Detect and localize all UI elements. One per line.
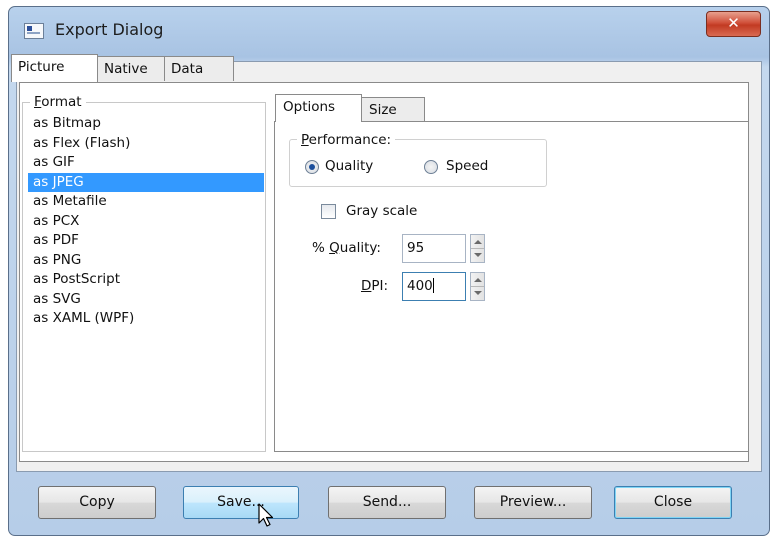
- mouse-cursor-icon: [258, 503, 274, 527]
- tab-data[interactable]: Data: [164, 56, 234, 81]
- performance-group-label: Performance:: [297, 132, 396, 148]
- quality-spinner[interactable]: [470, 234, 485, 263]
- format-item-pcx[interactable]: as PCX: [28, 212, 264, 232]
- speed-radio-label[interactable]: Speed: [446, 158, 488, 174]
- quality-radio-label[interactable]: Quality: [325, 158, 373, 174]
- tab-picture[interactable]: Picture: [11, 54, 98, 82]
- grayscale-label[interactable]: Gray scale: [346, 203, 417, 219]
- dpi-input[interactable]: 400: [402, 272, 466, 301]
- speed-radio[interactable]: [424, 160, 438, 174]
- format-item-xaml[interactable]: as XAML (WPF): [28, 309, 264, 329]
- close-button[interactable]: Close: [614, 486, 732, 519]
- window-icon: [24, 23, 44, 39]
- window-close-button[interactable]: ✕: [706, 11, 761, 37]
- title-bar[interactable]: Export Dialog ✕: [9, 7, 769, 61]
- tab-native[interactable]: Native: [97, 56, 165, 81]
- preview-button[interactable]: Preview...: [474, 486, 592, 519]
- format-item-postscript[interactable]: as PostScript: [28, 270, 264, 290]
- format-list[interactable]: as Bitmap as Flex (Flash) as GIF as JPEG…: [28, 114, 264, 448]
- window-title: Export Dialog: [55, 20, 164, 39]
- format-item-png[interactable]: as PNG: [28, 251, 264, 271]
- dpi-spinner[interactable]: [470, 272, 485, 301]
- format-item-jpeg[interactable]: as JPEG: [28, 172, 264, 192]
- grayscale-checkbox[interactable]: [321, 204, 336, 219]
- text-caret: [432, 278, 434, 293]
- dpi-field-label: DPI:: [361, 278, 389, 294]
- format-group-label: Format: [30, 94, 86, 110]
- quality-field-label: % Quality:: [312, 240, 381, 256]
- format-item-metafile[interactable]: as Metafile: [28, 192, 264, 212]
- save-button[interactable]: Save...: [183, 486, 299, 519]
- send-button[interactable]: Send...: [328, 486, 446, 519]
- format-item-flex[interactable]: as Flex (Flash): [28, 134, 264, 154]
- quality-radio[interactable]: [305, 160, 319, 174]
- quality-input[interactable]: 95: [402, 234, 466, 263]
- format-item-gif[interactable]: as GIF: [28, 153, 264, 173]
- tab-size[interactable]: Size: [361, 97, 425, 122]
- format-item-svg[interactable]: as SVG: [28, 290, 264, 310]
- tab-options[interactable]: Options: [275, 94, 362, 122]
- format-item-pdf[interactable]: as PDF: [28, 231, 264, 251]
- copy-button[interactable]: Copy: [38, 486, 156, 519]
- format-item-bitmap[interactable]: as Bitmap: [28, 114, 264, 134]
